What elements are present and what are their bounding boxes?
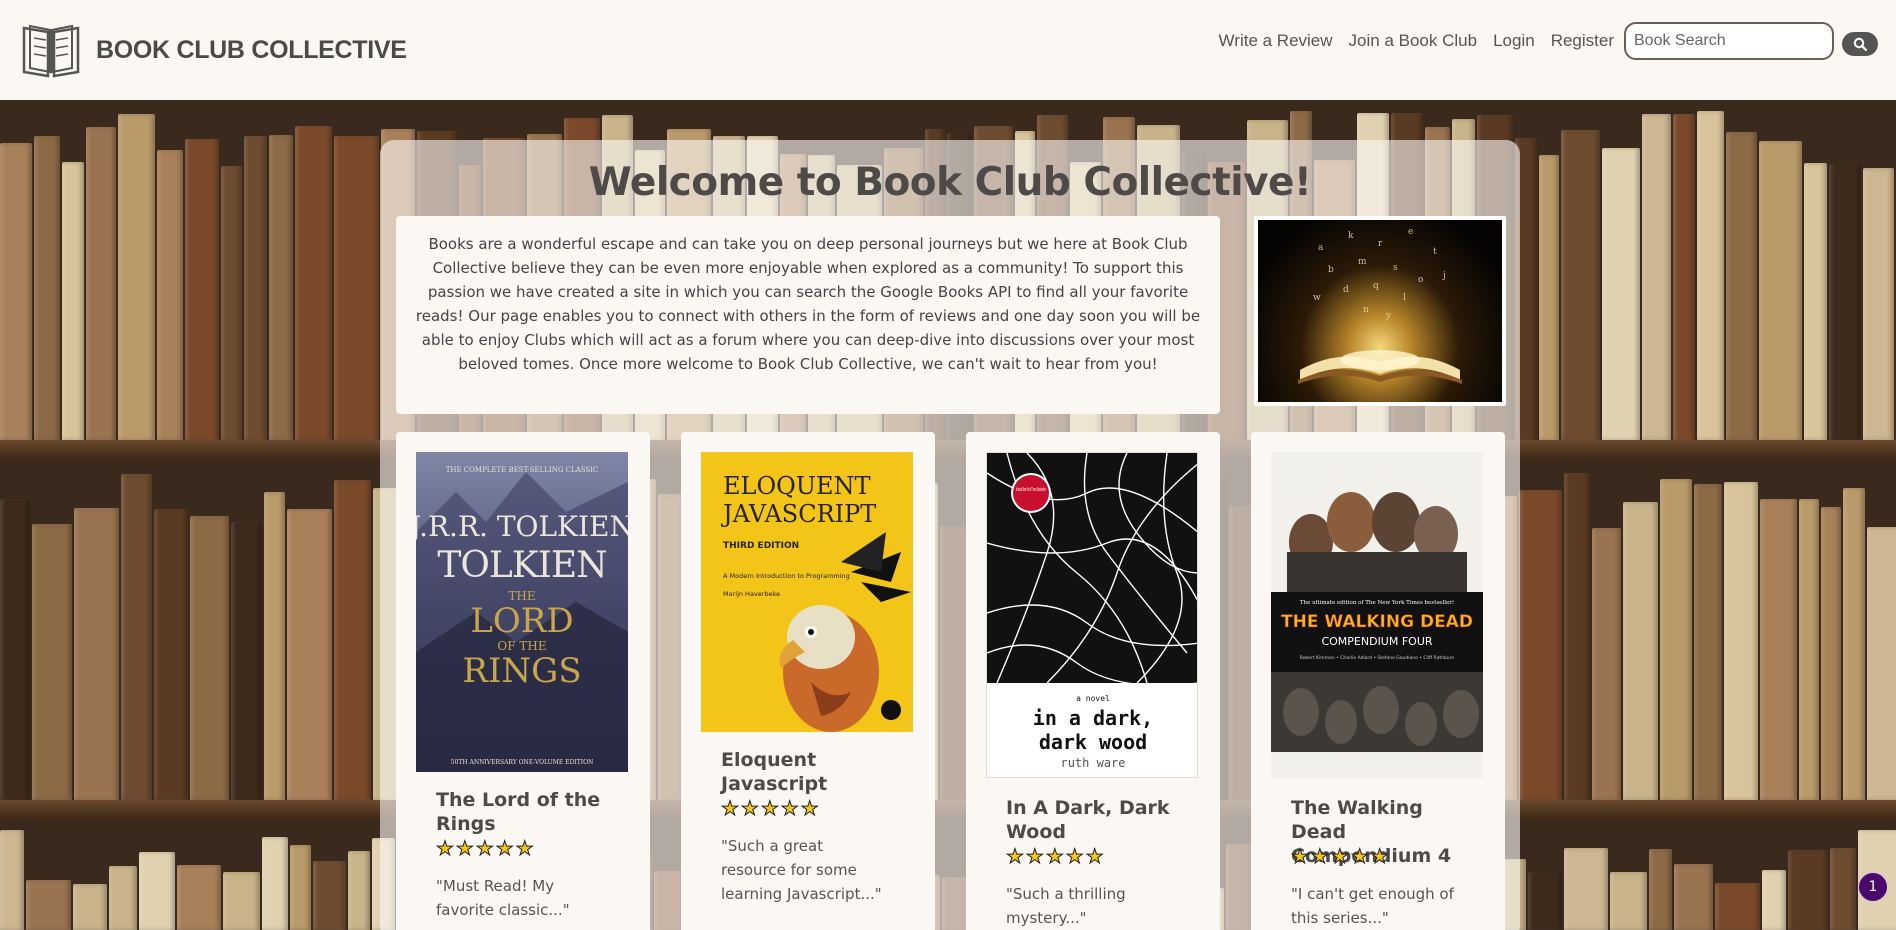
cover-bottom: 50TH ANNIVERSARY ONE-VOLUME EDITION bbox=[451, 759, 594, 766]
cover-top-line: THE COMPLETE BEST-SELLING CLASSIC bbox=[446, 466, 599, 474]
cover-title-b: LORD bbox=[470, 601, 573, 641]
svg-text:TOLKIEN: TOLKIEN bbox=[437, 545, 606, 586]
cover-author: ruth ware bbox=[1060, 756, 1125, 770]
review-quote: "Must Read! My favorite classic..." bbox=[436, 877, 570, 919]
cover-author: Marijn Haverbeke bbox=[723, 590, 780, 598]
svg-text:k: k bbox=[1348, 231, 1354, 241]
svg-text:b: b bbox=[1328, 265, 1334, 275]
book-title[interactable]: The Lord of the Rings bbox=[436, 788, 626, 836]
cover-top: The ultimate edition of The New York Tim… bbox=[1300, 600, 1454, 606]
svg-text:w: w bbox=[1313, 293, 1321, 303]
review-quote: "Such a thrilling mystery..." bbox=[1006, 885, 1126, 927]
intro-box: Books are a wonderful escape and can tak… bbox=[396, 216, 1220, 414]
svg-text:n: n bbox=[1363, 305, 1369, 315]
nav-write-review[interactable]: Write a Review bbox=[1219, 31, 1333, 51]
book-cover[interactable]: ELOQUENT JAVASCRIPT THIRD EDITION A Mode… bbox=[701, 452, 913, 732]
cover-title-b: JAVASCRIPT bbox=[720, 500, 876, 528]
cover-author: J.R.R. TOLKIEN bbox=[416, 510, 628, 543]
search-button[interactable] bbox=[1842, 32, 1878, 56]
star-rating: ★★★★★ bbox=[1006, 844, 1106, 869]
book-title[interactable]: In A Dark, Dark Wood bbox=[1006, 796, 1196, 844]
book-title[interactable]: Eloquent Javascript bbox=[721, 748, 911, 796]
svg-text:m: m bbox=[1358, 257, 1367, 267]
svg-text:j: j bbox=[1442, 271, 1446, 281]
book-card[interactable]: The ultimate edition of The New York Tim… bbox=[1251, 432, 1505, 930]
book-cover[interactable]: The ultimate edition of The New York Tim… bbox=[1271, 452, 1483, 778]
cover-title-b: dark wood bbox=[1039, 730, 1147, 754]
book-search-input[interactable] bbox=[1624, 22, 1834, 60]
cover-subtitle: A Modern Introduction to Programming bbox=[723, 572, 850, 580]
brand-name: BOOK CLUB COLLECTIVE bbox=[96, 35, 407, 64]
cover-title-a: ELOQUENT bbox=[723, 472, 871, 500]
brand[interactable]: BOOK CLUB COLLECTIVE bbox=[20, 22, 407, 78]
book-card[interactable]: Instant New York Times Bestseller a nove… bbox=[966, 432, 1220, 930]
svg-text:a: a bbox=[1318, 243, 1324, 253]
cover-title-a: THE WALKING DEAD bbox=[1281, 612, 1473, 632]
cover-badge: Instant New York Times Bestseller bbox=[1016, 487, 1046, 493]
nav-join-book-club[interactable]: Join a Book Club bbox=[1349, 31, 1478, 51]
svg-text:t: t bbox=[1433, 247, 1437, 257]
book-cover[interactable]: THE COMPLETE BEST-SELLING CLASSIC J.R.R.… bbox=[416, 452, 628, 772]
cover-edition: THIRD EDITION bbox=[723, 541, 799, 551]
review-quote: "I can't get enough of this series..." bbox=[1291, 885, 1454, 927]
cover-credits: Robert Kirkman • Charlie Adlard • Stefan… bbox=[1300, 655, 1455, 661]
open-book-icon bbox=[22, 24, 80, 78]
review-quote: "Such a great resource for some learning… bbox=[721, 837, 882, 903]
navbar: BOOK CLUB COLLECTIVE Write a Review Join… bbox=[0, 0, 1896, 100]
cover-title-d: RINGS bbox=[462, 651, 581, 691]
star-rating: ★★★★★ bbox=[436, 836, 536, 861]
hero-open-book-image: a k r e t b m s o d q l n y w j bbox=[1254, 216, 1506, 406]
book-card[interactable]: ELOQUENT JAVASCRIPT THIRD EDITION A Mode… bbox=[681, 432, 935, 930]
book-card[interactable]: THE COMPLETE BEST-SELLING CLASSIC J.R.R.… bbox=[396, 432, 650, 930]
nav-login[interactable]: Login bbox=[1493, 31, 1535, 51]
cover-novel: a novel bbox=[1076, 694, 1110, 703]
svg-text:e: e bbox=[1408, 227, 1413, 237]
cover-title-b: COMPENDIUM FOUR bbox=[1321, 635, 1432, 648]
intro-text: Books are a wonderful escape and can tak… bbox=[415, 235, 1201, 373]
search-icon bbox=[1853, 37, 1867, 51]
svg-text:l: l bbox=[1403, 293, 1406, 303]
svg-text:y: y bbox=[1385, 311, 1392, 321]
notification-badge[interactable]: 1 bbox=[1858, 872, 1888, 902]
nav-links: Write a Review Join a Book Club Login Re… bbox=[1219, 22, 1878, 60]
welcome-title: Welcome to Book Club Collective! bbox=[588, 160, 1312, 205]
svg-text:d: d bbox=[1343, 285, 1349, 295]
book-cover[interactable]: Instant New York Times Bestseller a nove… bbox=[986, 452, 1198, 778]
svg-text:s: s bbox=[1393, 263, 1398, 273]
star-rating: ★★★★★ bbox=[1291, 844, 1391, 869]
nav-register[interactable]: Register bbox=[1551, 31, 1614, 51]
svg-text:o: o bbox=[1418, 275, 1423, 285]
cover-title-a: in a dark, bbox=[1033, 706, 1153, 730]
svg-text:q: q bbox=[1373, 281, 1379, 291]
star-rating: ★★★★★ bbox=[721, 796, 821, 821]
svg-text:r: r bbox=[1378, 239, 1383, 249]
main-panel: Welcome to Book Club Collective! Books a… bbox=[380, 140, 1520, 930]
